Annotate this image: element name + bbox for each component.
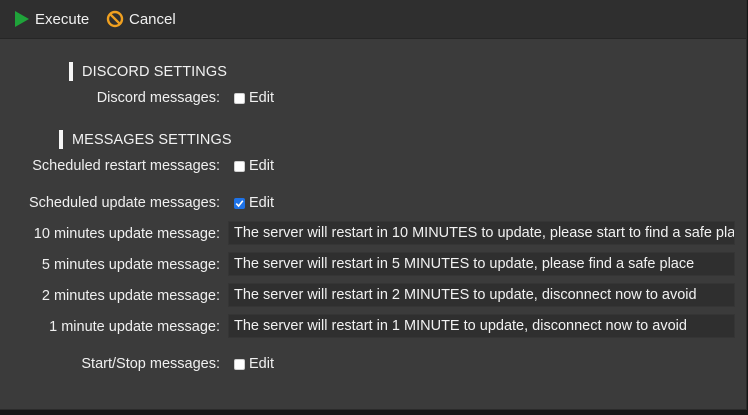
one-min-update-input[interactable]: The server will restart in 1 MINUTE to u… xyxy=(228,314,735,338)
cancel-label: Cancel xyxy=(129,10,176,28)
checkmark-icon xyxy=(235,199,244,207)
ten-min-update-label: 10 minutes update message: xyxy=(33,226,220,242)
messages-settings-title: MESSAGES SETTINGS xyxy=(72,131,232,148)
section-marker xyxy=(59,130,63,149)
execute-button[interactable]: Execute xyxy=(14,8,89,30)
cancel-icon xyxy=(106,10,124,28)
section-marker xyxy=(69,62,73,81)
settings-window: Execute Cancel DISCORD SETTINGS Discord … xyxy=(0,0,747,410)
five-min-update-input[interactable]: The server will restart in 5 MINUTES to … xyxy=(228,252,735,276)
edit-label: Edit xyxy=(249,90,274,106)
edit-label: Edit xyxy=(249,356,274,372)
scheduled-update-checkbox[interactable] xyxy=(234,197,245,209)
scheduled-restart-toggle[interactable]: Edit xyxy=(234,158,274,174)
edit-label: Edit xyxy=(249,195,274,211)
discord-settings-title: DISCORD SETTINGS xyxy=(82,63,227,80)
play-icon xyxy=(15,11,29,27)
scheduled-update-toggle[interactable]: Edit xyxy=(234,195,274,211)
discord-messages-toggle[interactable]: Edit xyxy=(234,90,274,106)
one-min-update-label: 1 minute update message: xyxy=(49,319,220,335)
start-stop-toggle[interactable]: Edit xyxy=(234,356,274,372)
two-min-update-label: 2 minutes update message: xyxy=(41,288,220,304)
start-stop-label: Start/Stop messages: xyxy=(81,356,220,372)
two-min-update-input[interactable]: The server will restart in 2 MINUTES to … xyxy=(228,283,735,307)
discord-messages-checkbox[interactable] xyxy=(234,92,245,104)
scheduled-restart-checkbox[interactable] xyxy=(234,160,245,172)
five-min-update-label: 5 minutes update message: xyxy=(41,257,220,273)
messages-settings-heading: MESSAGES SETTINGS xyxy=(59,130,232,149)
edit-label: Edit xyxy=(249,158,274,174)
scheduled-update-label: Scheduled update messages: xyxy=(28,195,220,211)
cancel-button[interactable]: Cancel xyxy=(106,8,176,30)
toolbar: Execute Cancel xyxy=(0,0,746,39)
execute-label: Execute xyxy=(35,10,90,28)
scheduled-restart-label: Scheduled restart messages: xyxy=(32,158,220,174)
start-stop-checkbox[interactable] xyxy=(234,358,245,370)
discord-settings-heading: DISCORD SETTINGS xyxy=(69,62,227,81)
ten-min-update-input[interactable]: The server will restart in 10 MINUTES to… xyxy=(228,221,735,245)
discord-messages-label: Discord messages: xyxy=(96,90,220,106)
